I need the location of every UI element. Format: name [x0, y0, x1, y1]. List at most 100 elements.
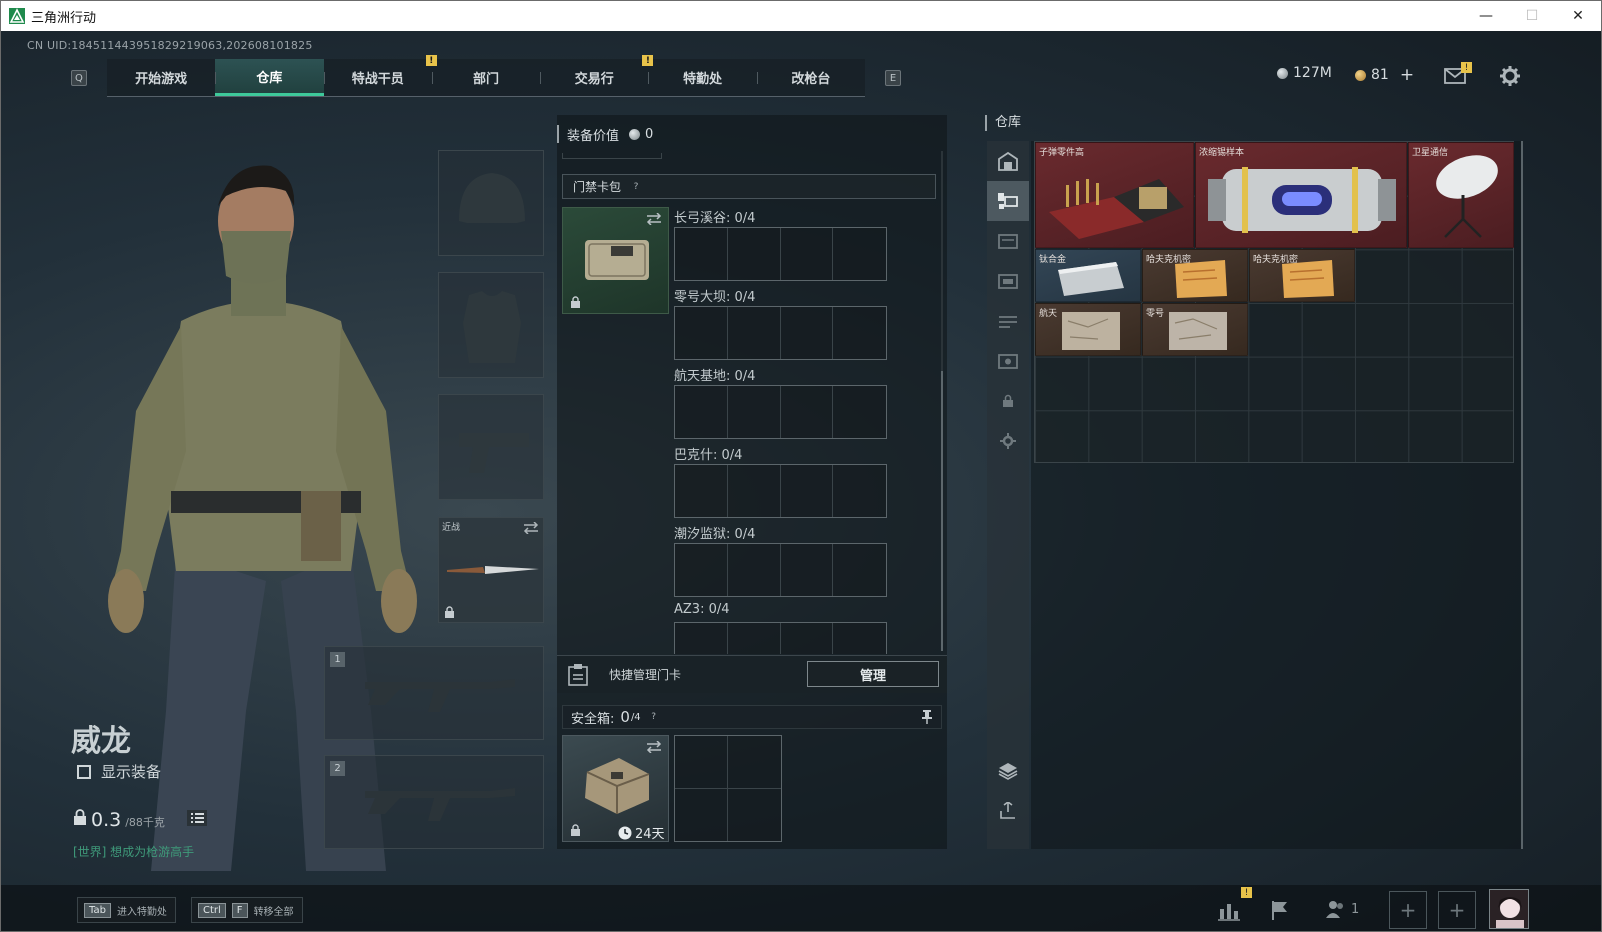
tab-label: 部门: [473, 72, 500, 87]
tab-label: 仓库: [256, 70, 283, 86]
tab-trading[interactable]: 交易行: [540, 59, 648, 96]
enter-special-ops-hint[interactable]: Tab 进入特勤处: [77, 897, 176, 923]
tab-department[interactable]: 部门!: [425, 55, 540, 96]
flag-icon[interactable]: [1269, 899, 1291, 921]
tab-key: Tab: [84, 902, 111, 918]
carry-weight: 0.3 /88千克: [73, 809, 165, 831]
top-nav: Q 开始游戏 仓库 特战干员 部门! 交易行 特勤处! 改枪台 E: [71, 55, 902, 97]
lock-icon: [571, 296, 580, 308]
maximize-button[interactable]: ☐: [1509, 1, 1555, 31]
ticket-amount: 81: [1371, 67, 1389, 83]
warehouse-tab-3-icon: [998, 274, 1018, 289]
lock-icon: [445, 606, 454, 618]
warehouse-tab-2[interactable]: [987, 221, 1029, 261]
safe-box-days: 24天: [635, 827, 665, 842]
warehouse-item[interactable]: 哈夫克机密: [1249, 249, 1355, 302]
keycard-section-header[interactable]: 门禁卡包 ?: [562, 174, 936, 199]
pistol-slot[interactable]: [438, 394, 544, 500]
tab-operators[interactable]: 特战干员: [323, 59, 432, 96]
nav-prev-key[interactable]: Q: [71, 70, 87, 86]
safe-box-slots[interactable]: [674, 735, 782, 842]
tab-start-game[interactable]: 开始游戏: [107, 59, 215, 96]
friends-button[interactable]: 1: [1325, 899, 1359, 919]
armor-silhouette-icon: [463, 291, 521, 363]
warehouse-item[interactable]: 哈夫克机密: [1142, 249, 1248, 302]
warehouse-item[interactable]: 零号: [1142, 303, 1248, 356]
hint-label: 转移全部: [253, 906, 294, 918]
keycard-slots-brakkesh[interactable]: [674, 464, 887, 518]
warehouse-tab-5[interactable]: [987, 341, 1029, 381]
tab-gunsmith[interactable]: 改枪台: [756, 59, 865, 96]
keycard-slots-tide-prison[interactable]: [674, 543, 887, 597]
satellite-dish-icon: [1436, 155, 1498, 238]
keycard-slots-az3[interactable]: [674, 622, 887, 654]
minimize-button[interactable]: —: [1463, 1, 1509, 31]
primary-weapon-slot[interactable]: 1: [324, 646, 544, 740]
weight-max: /88千克: [125, 816, 165, 829]
gear-value-amount: 0: [645, 126, 654, 142]
stats-badge: !: [1241, 887, 1252, 898]
app-logo-icon: [9, 8, 25, 24]
pin-icon[interactable]: [921, 710, 933, 724]
keycard-map-label: 长弓溪谷: 0/4: [674, 211, 756, 226]
ticket-display[interactable]: 81 +: [1355, 65, 1414, 85]
swap-icon[interactable]: [523, 522, 539, 534]
swap-icon[interactable]: [646, 213, 662, 225]
transfer-all-hint[interactable]: Ctrl F 转移全部: [191, 897, 303, 923]
warehouse-settings[interactable]: [987, 421, 1029, 461]
weight-details-icon[interactable]: [187, 810, 207, 826]
invite-slot-2-button[interactable]: +: [1438, 891, 1476, 929]
tab-special-ops[interactable]: 特勤处!: [642, 55, 756, 96]
warehouse-tab-4[interactable]: [987, 301, 1029, 341]
keycard-section-title: 门禁卡包: [573, 180, 622, 194]
havoc-coin-amount: 127M: [1293, 65, 1332, 81]
show-gear-checkbox[interactable]: [77, 764, 91, 779]
warehouse-item[interactable]: 卫星通信: [1408, 142, 1514, 248]
warehouse-locked-tab[interactable]: [987, 381, 1029, 421]
warehouse-item[interactable]: 钛合金: [1035, 249, 1141, 302]
settings-gear-icon[interactable]: [1499, 65, 1521, 87]
tab-label: 交易行: [574, 72, 614, 87]
show-gear-toggle[interactable]: 显示装备: [77, 761, 161, 782]
keycard-slots-zero-dam[interactable]: [674, 306, 887, 360]
havoc-coin-display[interactable]: 127M: [1277, 65, 1332, 81]
warehouse-item[interactable]: 浓缩锡样本: [1195, 142, 1407, 248]
close-button[interactable]: ✕: [1555, 1, 1601, 31]
safe-box-header: 安全箱: 0/4 ?: [562, 705, 942, 729]
warehouse-item[interactable]: 航天: [1035, 303, 1141, 356]
tab-warehouse[interactable]: 仓库: [215, 59, 324, 96]
warehouse-sidebar: [987, 141, 1029, 849]
gear-panel-scrollbar[interactable]: [941, 151, 943, 651]
add-tickets-button[interactable]: +: [1400, 65, 1414, 85]
warehouse-sort-button[interactable]: [987, 791, 1029, 831]
help-icon[interactable]: ?: [629, 180, 643, 194]
keycard-slots-longbow[interactable]: [674, 227, 887, 281]
map-document-icon: [1062, 312, 1120, 350]
player-avatar[interactable]: [1489, 889, 1529, 929]
sort-icon: [1000, 802, 1015, 819]
helmet-slot[interactable]: [438, 150, 544, 256]
warehouse-stack-button[interactable]: [987, 751, 1029, 791]
warehouse-filter-all[interactable]: [987, 141, 1029, 181]
slot-number-badge: 2: [330, 761, 345, 776]
scrollbar-thumb[interactable]: [941, 371, 943, 651]
armor-slot[interactable]: [438, 272, 544, 378]
warehouse-item[interactable]: 子弹零件高: [1035, 142, 1194, 248]
manage-keycards-button[interactable]: 管理: [807, 661, 939, 687]
stats-chart-icon[interactable]: [1217, 899, 1241, 921]
warehouse-tab-1[interactable]: [987, 181, 1029, 221]
slot-number-badge: 1: [330, 652, 345, 667]
gear-value-label: 装备价值: [567, 128, 620, 144]
keycard-slots-space-city[interactable]: [674, 385, 887, 439]
secondary-weapon-slot[interactable]: 2: [324, 755, 544, 849]
avatar-image: [1490, 890, 1528, 928]
collapsed-section-edge: [562, 153, 662, 159]
melee-slot[interactable]: 近战: [438, 517, 544, 623]
invite-slot-1-button[interactable]: +: [1389, 891, 1427, 929]
warehouse-tab-3[interactable]: [987, 261, 1029, 301]
keycard-case-item[interactable]: [562, 207, 669, 314]
world-chat-message[interactable]: [世界] 想成为枪游高手: [73, 843, 194, 860]
help-icon[interactable]: ?: [647, 710, 661, 724]
safe-box-count: 0: [620, 708, 630, 726]
nav-next-key[interactable]: E: [885, 70, 902, 86]
